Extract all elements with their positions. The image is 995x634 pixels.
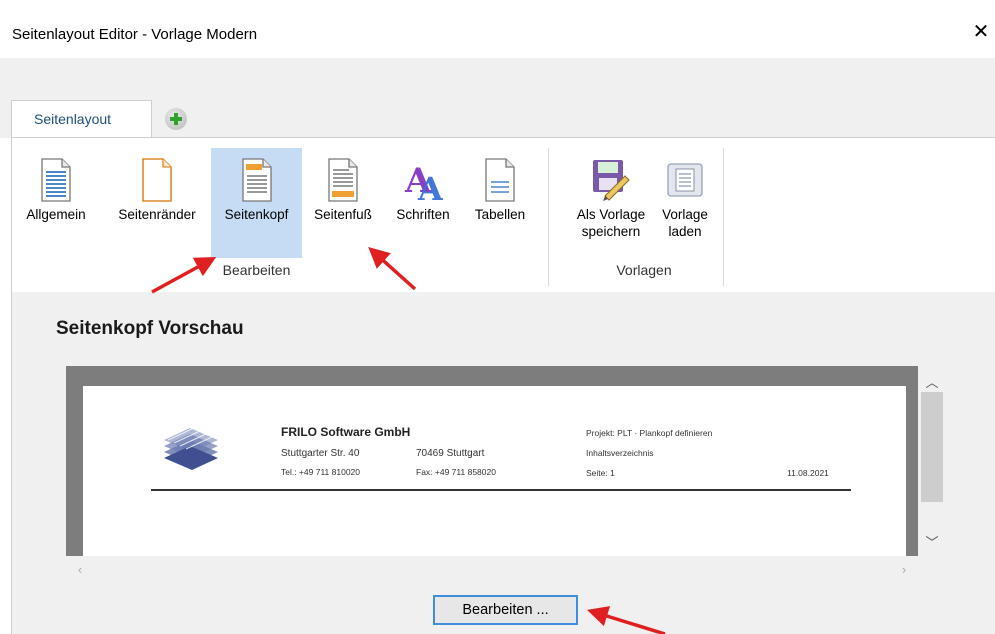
company-tel: Tel.: +49 711 810020 bbox=[281, 467, 361, 477]
edit-button[interactable]: Bearbeiten ... bbox=[433, 595, 578, 625]
load-template-icon bbox=[667, 163, 703, 197]
preview-title: Seitenkopf Vorschau bbox=[56, 318, 244, 339]
page-number-text: Seite: 1 bbox=[586, 468, 615, 478]
project-text: Projekt: PLT · Plankopf definieren bbox=[586, 428, 713, 438]
svg-text:A: A bbox=[417, 170, 443, 202]
window-title: Seitenlayout Editor - Vorlage Modern bbox=[12, 26, 258, 43]
plus-circle-icon[interactable] bbox=[165, 108, 187, 130]
ribbon-button-tabellen[interactable]: Tabellen bbox=[462, 148, 538, 258]
vertical-scrollbar[interactable]: ︿ ﹀ bbox=[918, 366, 946, 556]
ribbon-button-vorlage-laden[interactable]: Vorlage laden bbox=[652, 148, 718, 258]
tab-label: Seitenlayout bbox=[34, 111, 112, 127]
page-margins-icon bbox=[142, 158, 172, 202]
ribbon: Allgemein Seitenränder Seitenkopf Seiten… bbox=[11, 137, 995, 292]
ribbon-button-als-vorlage-speichern[interactable]: Als Vorlage speichern bbox=[570, 148, 652, 258]
company-street: Stuttgarter Str. 40 bbox=[281, 448, 360, 459]
date-text: 11.08.2021 bbox=[787, 468, 829, 478]
ribbon-button-label: Als Vorlage speichern bbox=[576, 207, 646, 239]
group-label-bearbeiten: Bearbeiten bbox=[222, 262, 291, 278]
ribbon-button-label: Seitenränder bbox=[118, 207, 196, 222]
header-separator-line bbox=[151, 489, 851, 491]
scroll-thumb[interactable] bbox=[921, 392, 943, 502]
page-footer-icon bbox=[328, 158, 358, 202]
ribbon-button-label: Allgemein bbox=[26, 207, 86, 222]
company-fax: Fax: +49 711 858020 bbox=[416, 467, 496, 477]
scroll-down-icon[interactable]: ﹀ bbox=[922, 532, 942, 551]
ribbon-button-allgemein[interactable]: Allgemein bbox=[12, 148, 100, 258]
company-name: FRILO Software GmbH bbox=[281, 425, 411, 439]
close-icon[interactable]: ✕ bbox=[970, 20, 992, 44]
ribbon-button-label: Tabellen bbox=[474, 207, 526, 222]
ribbon-button-seitenkopf[interactable]: Seitenkopf bbox=[211, 148, 302, 258]
ribbon-button-seitenfuss[interactable]: Seitenfuß bbox=[304, 148, 382, 258]
ribbon-button-label: Schriften bbox=[396, 207, 450, 222]
ribbon-button-label: Vorlage laden bbox=[662, 207, 708, 239]
scroll-left-icon[interactable]: ‹ bbox=[70, 562, 90, 577]
ribbon-button-schriften[interactable]: A A Schriften bbox=[385, 148, 461, 258]
save-template-icon bbox=[593, 160, 630, 201]
ribbon-button-label: Seitenfuß bbox=[314, 207, 372, 222]
tab-seitenlayout[interactable]: Seitenlayout bbox=[11, 100, 152, 138]
company-logo-icon bbox=[164, 427, 218, 470]
fonts-icon: A A bbox=[404, 161, 443, 202]
group-separator bbox=[548, 148, 549, 286]
ribbon-button-seitenraender[interactable]: Seitenränder bbox=[107, 148, 207, 258]
scroll-up-icon[interactable]: ︿ bbox=[922, 372, 942, 391]
company-city: 70469 Stuttgart bbox=[416, 448, 485, 459]
ribbon-button-label: Seitenkopf bbox=[224, 207, 289, 222]
page-header-icon bbox=[241, 158, 272, 202]
group-separator bbox=[723, 148, 724, 286]
tables-icon bbox=[485, 158, 515, 202]
subject-text: Inhaltsverzeichnis bbox=[586, 448, 654, 458]
horizontal-scrollbar[interactable]: ‹ › bbox=[66, 556, 918, 592]
title-bar: Seitenlayout Editor - Vorlage Modern ✕ bbox=[0, 0, 995, 58]
scroll-right-icon[interactable]: › bbox=[894, 562, 914, 577]
document-lines-icon bbox=[41, 158, 71, 202]
group-label-vorlagen: Vorlagen bbox=[616, 262, 672, 278]
